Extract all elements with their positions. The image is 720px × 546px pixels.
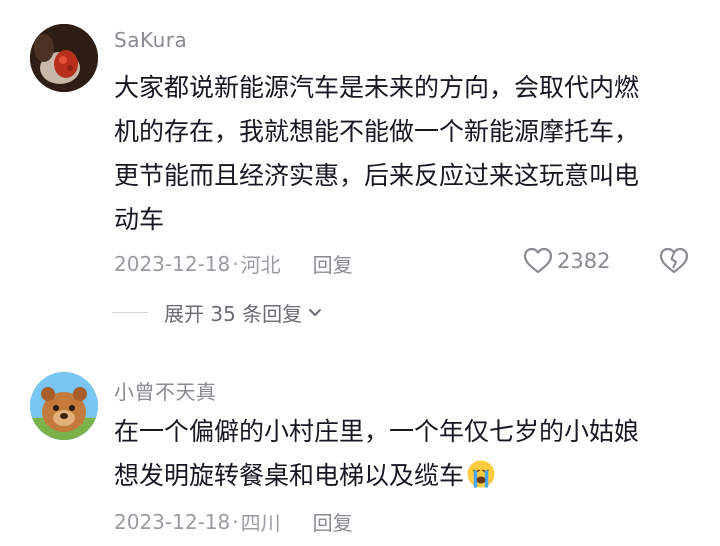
comment-text-segment: 想发明旋转餐桌和电梯以及缆车 bbox=[114, 461, 465, 490]
expand-replies-label: 展开 35 条回复 bbox=[164, 302, 303, 326]
comment-meta: 2023-12-18 · 河北 回复 bbox=[114, 249, 353, 278]
chevron-down-icon bbox=[309, 308, 322, 316]
comment-text-line: 更节能而且经济实惠，后来反应过来这玩意叫电 bbox=[114, 161, 640, 190]
comment-location: 河北 bbox=[240, 253, 281, 277]
meta-separator: · bbox=[232, 251, 239, 276]
comment-text: 大家都说新能源汽车是未来的方向，会取代内燃 机的存在，我就想能不能做一个新能源摩… bbox=[114, 66, 702, 242]
comment-text: 在一个偏僻的小村庄里，一个年仅七岁的小姑娘 想发明旋转餐桌和电梯以及缆车 bbox=[114, 410, 702, 498]
comment-author[interactable]: 小曾不天真 bbox=[114, 376, 217, 405]
comment-text-line: 机的存在，我就想能不能做一个新能源摩托车， bbox=[114, 117, 640, 146]
expand-replies-button[interactable]: 展开 35 条回复 bbox=[112, 298, 322, 327]
dislike-button[interactable] bbox=[659, 247, 689, 279]
comment-text-line: 大家都说新能源汽车是未来的方向，会取代内燃 bbox=[114, 73, 640, 102]
comment-text-line: 动车 bbox=[114, 205, 165, 234]
broken-heart-icon bbox=[659, 247, 689, 274]
comment-text-line: 在一个偏僻的小村庄里，一个年仅七岁的小姑娘 bbox=[114, 417, 640, 446]
meta-separator: · bbox=[232, 509, 239, 534]
avatar[interactable] bbox=[30, 24, 98, 92]
reply-button[interactable]: 回复 bbox=[313, 507, 353, 536]
comment-location: 四川 bbox=[240, 511, 281, 535]
comment-author[interactable]: SaKura bbox=[114, 28, 187, 52]
comment-date: 2023-12-18 bbox=[114, 251, 231, 276]
heart-icon bbox=[523, 247, 553, 274]
comment-meta: 2023-12-18 · 四川 回复 bbox=[114, 507, 353, 536]
comment-item: SaKura 大家都说新能源汽车是未来的方向，会取代内燃 机的存在，我就想能不能… bbox=[0, 0, 720, 340]
crying-face-emoji-icon bbox=[466, 459, 496, 489]
like-button[interactable]: 2382 bbox=[523, 247, 610, 275]
like-count: 2382 bbox=[557, 249, 611, 273]
comment-item: 小曾不天真 在一个偏僻的小村庄里，一个年仅七岁的小姑娘 想发明旋转餐桌和电梯以及… bbox=[0, 356, 720, 546]
reply-button[interactable]: 回复 bbox=[313, 249, 353, 278]
avatar[interactable] bbox=[30, 372, 98, 440]
comment-date: 2023-12-18 bbox=[114, 509, 231, 534]
comment-text-line: 想发明旋转餐桌和电梯以及缆车 bbox=[114, 454, 702, 498]
divider bbox=[112, 312, 148, 313]
